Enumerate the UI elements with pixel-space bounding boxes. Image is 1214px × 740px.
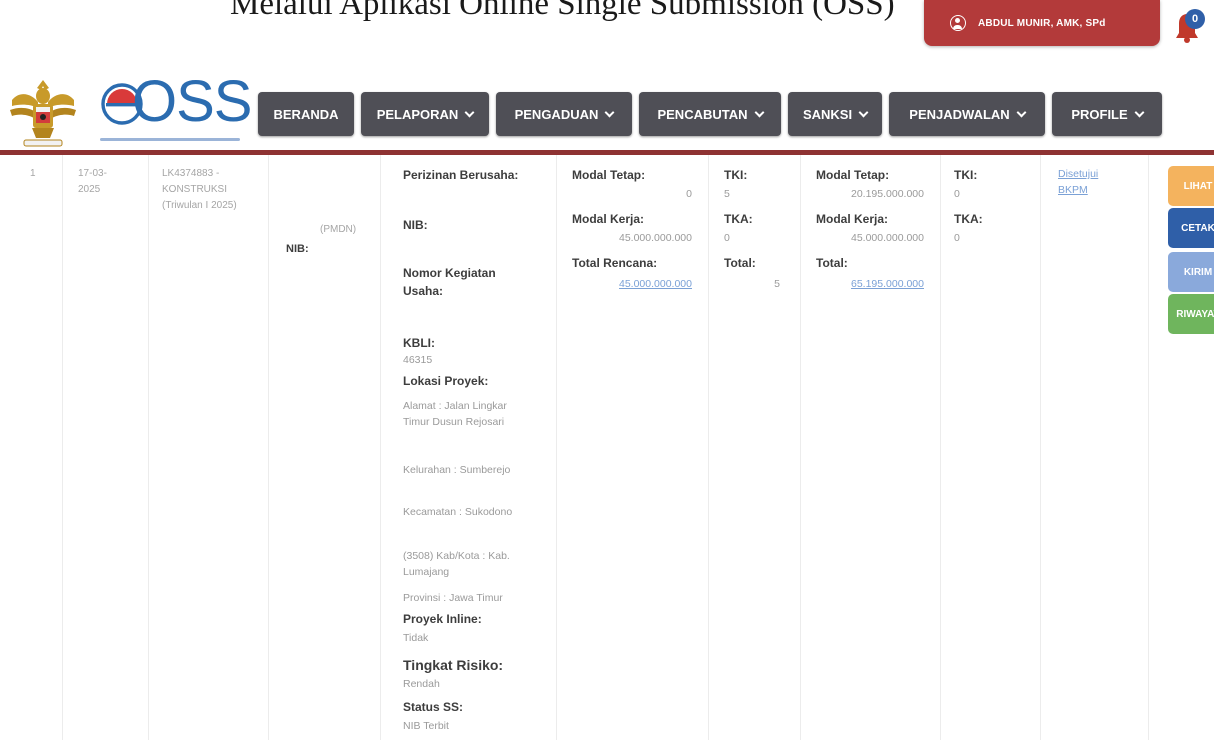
kabkota-value: (3508) Kab/Kota : Kab. Lumajang xyxy=(403,550,510,578)
main-nav: BERANDA PELAPORAN PENGADUAN PENCABUTAN S… xyxy=(258,92,1162,136)
status-link[interactable]: Disetujui BKPM xyxy=(1058,166,1128,198)
notification-badge: 0 xyxy=(1185,9,1205,29)
nomor-kegiatan-label: Nomor Kegiatan Usaha: xyxy=(403,266,496,298)
rencana-modal-kerja-value: 45.000.000.000 xyxy=(619,232,692,244)
row-nib-label: NIB: xyxy=(286,243,309,255)
page-heading: Melalui Aplikasi Online Single Submissio… xyxy=(230,0,895,22)
lihat-button[interactable]: LIHAT xyxy=(1168,166,1214,206)
oss-logo-text: OSS xyxy=(132,69,252,134)
chevron-down-icon xyxy=(1016,107,1027,117)
realisasi-tki-value: 0 xyxy=(954,188,960,200)
rencana-tki-label: TKI: xyxy=(724,168,748,182)
realisasi-modal-tetap-label: Modal Tetap: xyxy=(816,168,890,182)
nav-item-pencabutan[interactable]: PENCABUTAN xyxy=(639,92,781,136)
perizinan-label: Perizinan Berusaha: xyxy=(403,168,519,182)
rencana-tka-value: 0 xyxy=(724,232,730,244)
realisasi-modal-kerja-label: Modal Kerja: xyxy=(816,212,889,226)
risiko-value: Rendah xyxy=(403,678,440,690)
nav-item-beranda[interactable]: BERANDA xyxy=(258,92,354,136)
nav-item-sanksi[interactable]: SANKSI xyxy=(788,92,882,136)
alamat-value: Alamat : Jalan Lingkar Timur Dusun Rejos… xyxy=(403,400,507,428)
risiko-label: Tingkat Risiko: xyxy=(403,657,504,673)
nav-label: PROFILE xyxy=(1071,106,1128,122)
chevron-down-icon xyxy=(1134,107,1145,117)
chevron-down-icon xyxy=(464,107,475,117)
row-number: 1 xyxy=(30,168,36,179)
riwayat-button[interactable]: RIWAYAT xyxy=(1168,294,1214,334)
row-date: 17-03-2025 xyxy=(78,168,107,195)
realisasi-total-link[interactable]: 65.195.000.000 xyxy=(816,276,924,292)
realisasi-total-label: Total: xyxy=(816,256,848,270)
realisasi-tka-value: 0 xyxy=(954,232,960,244)
nav-label: PELAPORAN xyxy=(376,106,459,122)
nav-item-profile[interactable]: PROFILE xyxy=(1052,92,1162,136)
garuda-emblem-icon xyxy=(10,80,76,147)
nav-label: BERANDA xyxy=(273,106,339,122)
kbli-label: KBLI: xyxy=(403,336,435,350)
chevron-down-icon xyxy=(604,107,615,117)
kbli-value: 46315 xyxy=(403,354,433,366)
rencana-total-tk-value: 5 xyxy=(774,278,780,290)
kelurahan-value: Kelurahan : Sumberejo xyxy=(403,464,511,476)
realisasi-modal-kerja-value: 45.000.000.000 xyxy=(851,232,924,244)
kecamatan-value: Kecamatan : Sukodono xyxy=(403,506,513,518)
rencana-modal-tetap-value: 0 xyxy=(686,188,692,200)
rencana-tka-label: TKA: xyxy=(724,212,753,226)
lokasi-label: Lokasi Proyek: xyxy=(403,374,489,388)
nav-label: PENGADUAN xyxy=(514,106,599,122)
row-report-code: LK4374883 - KONSTRUKSI (Triwulan I 2025) xyxy=(162,168,237,211)
status-ss-value: NIB Terbit xyxy=(403,720,449,732)
cetak-button[interactable]: CETAK xyxy=(1168,208,1214,248)
rencana-total-tk-label: Total: xyxy=(724,256,756,270)
realisasi-tka-label: TKA: xyxy=(954,212,983,226)
nav-label: PENJADWALAN xyxy=(909,106,1010,122)
realisasi-tki-label: TKI: xyxy=(954,168,978,182)
nav-item-pelaporan[interactable]: PELAPORAN xyxy=(361,92,489,136)
rencana-tki-value: 5 xyxy=(724,188,730,200)
rencana-total-link[interactable]: 45.000.000.000 xyxy=(572,276,692,292)
proyek-inline-label: Proyek Inline: xyxy=(403,612,482,626)
realisasi-modal-tetap-value: 20.195.000.000 xyxy=(851,188,924,200)
rencana-total-label: Total Rencana: xyxy=(572,256,658,270)
user-name: ABDUL MUNIR, AMK, SPd xyxy=(978,17,1106,29)
chevron-down-icon xyxy=(754,107,764,117)
nav-label: PENCABUTAN xyxy=(657,106,748,122)
provinsi-value: Provinsi : Jawa Timur xyxy=(403,592,503,604)
rencana-modal-kerja-label: Modal Kerja: xyxy=(572,212,645,226)
nav-item-penjadwalan[interactable]: PENJADWALAN xyxy=(889,92,1045,136)
rencana-modal-tetap-label: Modal Tetap: xyxy=(572,168,646,182)
chevron-down-icon xyxy=(858,107,869,117)
oss-tagline xyxy=(100,138,240,141)
proyek-inline-value: Tidak xyxy=(403,632,429,644)
kirim-button[interactable]: KIRIM xyxy=(1168,252,1214,292)
user-icon xyxy=(950,15,966,31)
row-status-pmdn: (PMDN) xyxy=(320,224,357,235)
nav-item-pengaduan[interactable]: PENGADUAN xyxy=(496,92,632,136)
user-menu-button[interactable]: ABDUL MUNIR, AMK, SPd xyxy=(924,0,1160,46)
perizinan-nib-label: NIB: xyxy=(403,218,428,232)
nav-label: SANKSI xyxy=(802,106,853,122)
status-ss-label: Status SS: xyxy=(403,700,464,714)
